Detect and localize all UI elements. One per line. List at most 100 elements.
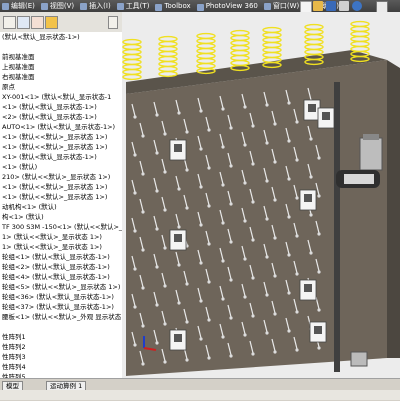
menu-view[interactable]: 视图(V) (39, 1, 78, 11)
pin-head (273, 160, 277, 164)
pin-head (155, 151, 159, 155)
pin-head (141, 172, 145, 176)
tree-item[interactable]: <1> (默认<<默认>_显示状态 1>) (0, 182, 122, 192)
menu-window[interactable]: 窗口(W) (262, 1, 303, 11)
spring-coil (196, 52, 216, 60)
menu-photoview[interactable]: PhotoView 360 (195, 2, 262, 11)
tree-item[interactable]: 轮组<2> (默认<默认_显示状态-1>) (0, 262, 122, 272)
tree-item[interactable]: <1> (默认<<默认>_显示状态 1>) (0, 142, 122, 152)
pin-head (251, 124, 255, 128)
print-icon[interactable] (339, 1, 349, 11)
spring-coil (122, 58, 142, 66)
tree-item[interactable]: 性阵列3 (0, 352, 122, 362)
spring-coil (304, 33, 324, 41)
pin-head (141, 362, 145, 366)
tree-item[interactable]: <2> (默认<默认_显示状态-1>) (0, 112, 122, 122)
tree-item[interactable]: 原点 (0, 82, 122, 92)
pin-head (287, 177, 291, 181)
feature-manager-tab-icon[interactable] (3, 16, 16, 29)
tree-item[interactable]: 轮组<4> (默认<默认_显示状态-1>) (0, 272, 122, 282)
tree-item[interactable]: <1> (默认<默认_显示状态-1>) (0, 102, 122, 112)
spring-coil (230, 34, 250, 42)
pin-head (317, 270, 321, 274)
pin-head (265, 179, 269, 183)
back-plate-edge (387, 60, 400, 358)
tree-item[interactable]: 前视基准面 (0, 52, 122, 62)
pin-head (163, 170, 167, 174)
assembly-model-view[interactable] (122, 12, 400, 378)
pin-head (251, 352, 255, 356)
configuration-manager-tab-icon[interactable] (31, 16, 44, 29)
pin-head (265, 331, 269, 335)
tree-item[interactable]: 轮组<37> (默认<默认_显示状态-1>) (0, 302, 122, 312)
tree-item[interactable]: <1> (默认<<默认>_显示状态 1>) (0, 192, 122, 202)
spring-coil (158, 35, 178, 43)
spring-coil (350, 30, 370, 38)
spring-coil (262, 46, 282, 54)
spring-coil (196, 42, 216, 50)
spring-coil (196, 37, 216, 45)
tree-item[interactable]: 动机构<1> (默认) (0, 202, 122, 212)
tree-item[interactable]: 上视基准面 (0, 62, 122, 72)
pin-head (199, 299, 203, 303)
pin-head (185, 320, 189, 324)
tree-item[interactable]: 性阵列1 (0, 332, 122, 342)
pin-head (317, 194, 321, 198)
tree-item[interactable] (0, 322, 122, 332)
tree-item[interactable]: AUTO<1> (默认<默认_显示状态-1>) (0, 122, 122, 132)
spring-coil (122, 38, 142, 46)
save-icon[interactable] (326, 1, 336, 11)
property-manager-tab-icon[interactable] (17, 16, 30, 29)
tree-item[interactable]: 右视基准面 (0, 72, 122, 82)
tree-item[interactable]: (默认<默认_显示状态-1>) (0, 32, 122, 42)
pin-head (185, 282, 189, 286)
tree-item[interactable]: TF 300 S3M -150<1> (默认<<默认>_外 (0, 222, 122, 232)
gripper-slot (322, 112, 330, 120)
tree-item[interactable]: 轮组<36> (默认<默认_显示状态-1>) (0, 292, 122, 302)
pin-head (317, 156, 321, 160)
tree-item[interactable]: 1> (默认<<默认>_显示状态 1>) (0, 242, 122, 252)
menu-edit[interactable]: 编辑(E) (0, 1, 39, 11)
open-folder-icon[interactable] (313, 1, 323, 11)
pin-head (243, 257, 247, 261)
pin-head (273, 350, 277, 354)
tree-item[interactable]: <1> (默认<<默认>_显示状态 1>) (0, 132, 122, 142)
spring-coil (122, 63, 142, 71)
pin-head (141, 134, 145, 138)
menu-toolbox[interactable]: Toolbox (153, 2, 194, 11)
pin-head (185, 130, 189, 134)
tree-item[interactable]: 1> (默认<<默认>_显示状态 1>) (0, 232, 122, 242)
tree-item[interactable]: XY-001<1> (默认<默认_显示状态-1 (0, 92, 122, 102)
undo-icon[interactable] (352, 1, 362, 11)
appearance-tab-icon[interactable] (45, 16, 58, 29)
menu-tools[interactable]: 工具(T) (115, 1, 154, 11)
spring-coil (196, 62, 216, 70)
pin-head (185, 358, 189, 362)
graphics-viewport[interactable] (122, 12, 400, 378)
panel-collapse-icon[interactable] (108, 16, 118, 29)
tree-item[interactable]: 210> (默认<<默认>_显示状态 1>) (0, 172, 122, 182)
tree-item[interactable]: 性阵列4 (0, 362, 122, 372)
horizontal-scrollbar[interactable] (0, 390, 400, 400)
spring-coil (158, 55, 178, 63)
pin-head (265, 293, 269, 297)
tree-item[interactable]: 腰板<1> (默认<<默认>_外观 显示状态 1>) (0, 312, 122, 322)
menu-insert[interactable]: 插入(I) (78, 1, 115, 11)
pin-head (133, 229, 137, 233)
spring-coil (230, 59, 250, 67)
pin-head (155, 303, 159, 307)
tree-item[interactable]: 轮组<5> (默认<<默认>_显示状态 1>) (0, 282, 122, 292)
tree-item[interactable]: 轮组<1> (默认<默认_显示状态-1>) (0, 252, 122, 262)
spring-coil (158, 50, 178, 58)
tree-item[interactable] (0, 42, 122, 52)
pin-head (295, 272, 299, 276)
pin-head (309, 137, 313, 141)
tree-item[interactable]: <1> (默认<默认_显示状态-1>) (0, 152, 122, 162)
tree-item[interactable]: 性阵列2 (0, 342, 122, 352)
tree-item[interactable]: <1> (默认) (0, 162, 122, 172)
spring-coil (196, 57, 216, 65)
tree-item[interactable]: 构<1> (默认) (0, 212, 122, 222)
spring-coil (122, 73, 142, 81)
spring-coil (262, 31, 282, 39)
pin-head (317, 308, 321, 312)
